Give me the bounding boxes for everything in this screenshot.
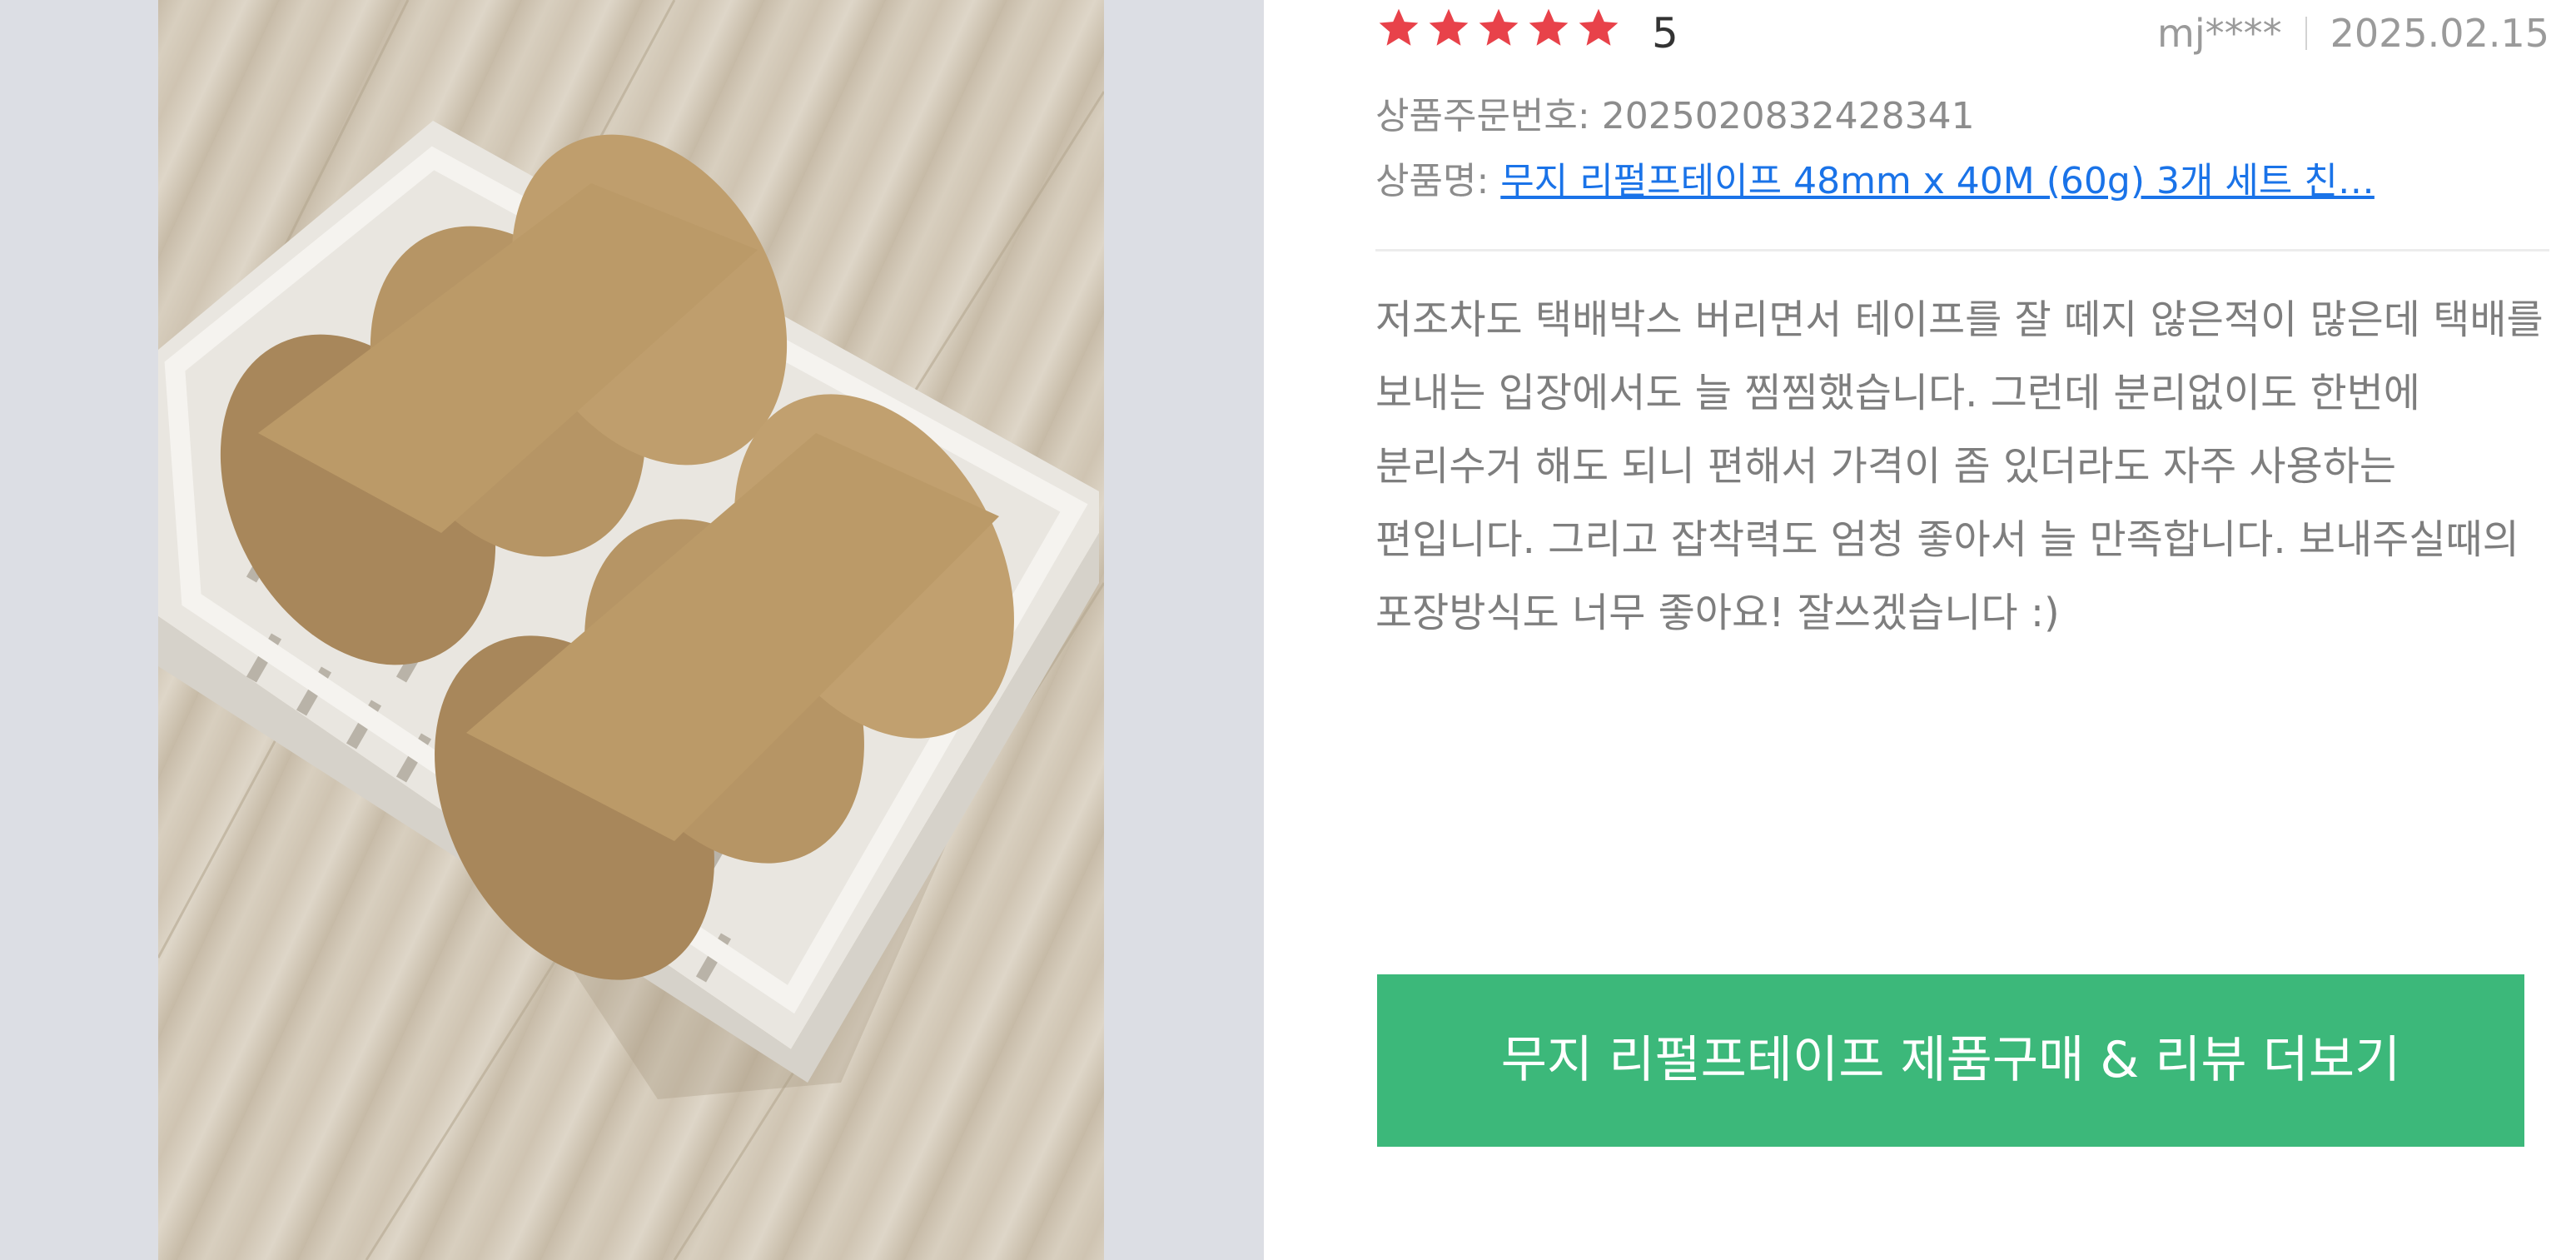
order-number-value: 2025020832428341 xyxy=(1601,95,1975,137)
review-meta: mj**** 2025.02.15 xyxy=(2157,4,2549,62)
more-reviews-button[interactable]: 무지 리펄프테이프 제품구매 & 리뷰 더보기 xyxy=(1377,974,2524,1147)
review-photo[interactable] xyxy=(158,0,1104,1260)
product-name-link[interactable]: 무지 리펄프테이프 48mm x 40M (60g) 3개 세트 친… xyxy=(1500,160,2375,202)
review-date: 2025.02.15 xyxy=(2330,11,2549,56)
review-card: 5 mj**** 2025.02.15 상품주문번호: 202502083242… xyxy=(1375,0,2549,1260)
product-name-label: 상품명: xyxy=(1375,160,1489,202)
review-author: mj**** xyxy=(2157,11,2282,56)
review-text: 저조차도 택배박스 버리면서 테이프를 잘 떼지 않은적이 많은데 택배를 보내… xyxy=(1375,296,2544,636)
review-photo-illustration xyxy=(158,0,1104,1260)
star-icon xyxy=(1579,8,1619,46)
photo-panel xyxy=(0,0,1264,1260)
product-name-row: 상품명: 무지 리펄프테이프 48mm x 40M (60g) 3개 세트 친… xyxy=(1375,155,2549,208)
rating-row: 5 mj**** 2025.02.15 xyxy=(1375,0,2549,67)
meta-divider xyxy=(2305,17,2307,50)
star-rating xyxy=(1375,5,1622,52)
order-number-label: 상품주문번호: xyxy=(1375,95,1590,137)
star-icon xyxy=(1479,8,1519,46)
star-icon xyxy=(1529,8,1569,46)
star-icon xyxy=(1429,8,1469,46)
rating-score: 5 xyxy=(1652,9,1678,57)
order-number-row: 상품주문번호: 2025020832428341 xyxy=(1375,90,1975,143)
star-icon xyxy=(1379,8,1419,46)
divider xyxy=(1375,249,2549,252)
